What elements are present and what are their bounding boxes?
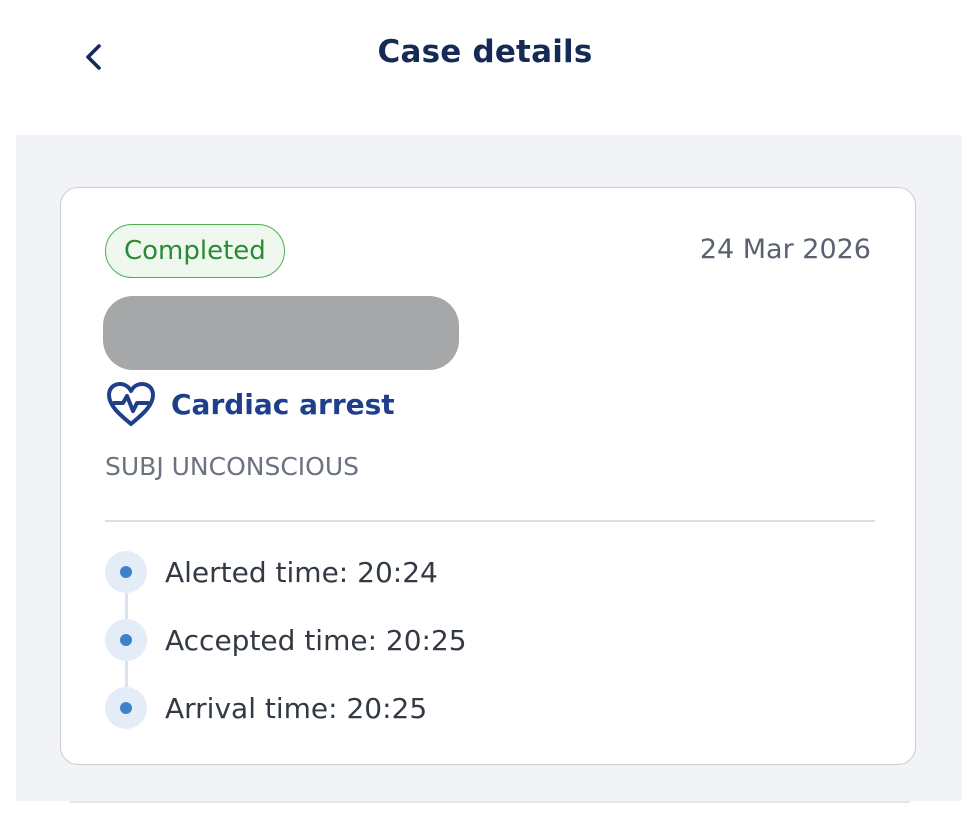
next-card-edge [70, 801, 910, 803]
timeline-label: Arrival time: 20:25 [165, 691, 428, 725]
app-header: Case details [0, 0, 970, 120]
case-description: SUBJ UNCONSCIOUS [105, 452, 360, 481]
case-timeline: Alerted time: 20:24 Accepted time: 20:25… [105, 550, 875, 730]
divider [105, 520, 875, 522]
timeline-item-arrival: Arrival time: 20:25 [105, 686, 427, 730]
case-card[interactable]: Completed 24 Mar 2026 Cardiac arrest SUB… [60, 187, 916, 765]
timeline-dot-icon [105, 619, 147, 661]
page-title: Case details [377, 34, 593, 70]
case-type: Cardiac arrest [105, 380, 395, 428]
case-date: 24 Mar 2026 [699, 234, 871, 265]
timeline-label: Alerted time: 20:24 [165, 555, 438, 589]
status-badge: Completed [105, 224, 285, 278]
heart-pulse-icon [105, 380, 157, 428]
timeline-item-alerted: Alerted time: 20:24 [105, 550, 438, 594]
timeline-dot-icon [105, 687, 147, 729]
timeline-label: Accepted time: 20:25 [165, 623, 467, 657]
case-type-label: Cardiac arrest [171, 387, 395, 421]
redacted-case-title [103, 296, 459, 370]
timeline-dot-icon [105, 551, 147, 593]
timeline-item-accepted: Accepted time: 20:25 [105, 618, 467, 662]
